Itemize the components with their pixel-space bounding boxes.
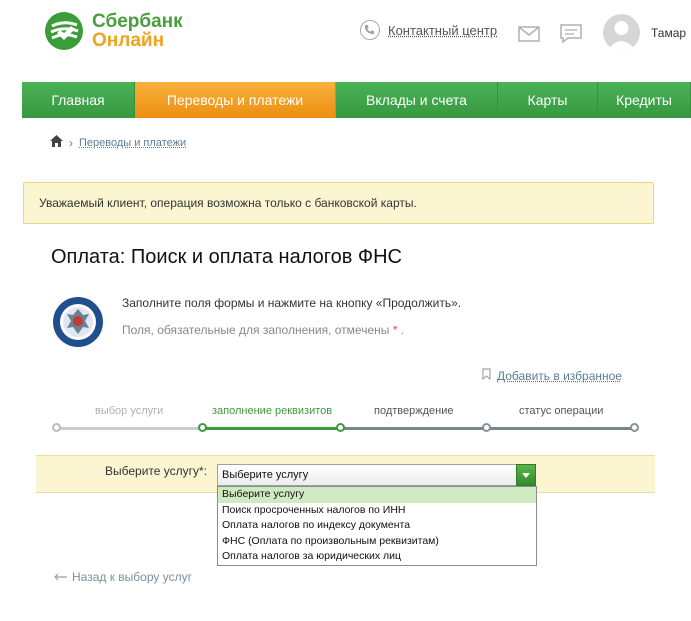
service-option-document-index[interactable]: Оплата налогов по индексу документа [218,518,536,534]
step-label-service: выбор услуги [95,405,164,417]
step-connector-4 [486,427,634,430]
step-label-status: статус операции [519,405,604,417]
step-dot-2 [198,423,207,432]
nav-item-credits[interactable]: Кредиты [598,82,691,118]
avatar[interactable] [603,14,640,51]
brand-name-line2: Онлайн [92,30,165,51]
breadcrumb-link-transfers[interactable]: Переводы и платежи [79,137,186,149]
step-label-confirmation: подтверждение [374,405,454,417]
progress-stepper: выбор услуги заполнение реквизитов подтв… [52,405,639,435]
step-connector-2 [202,427,340,430]
phone-icon [360,20,380,40]
service-select[interactable]: Выберите услугу [217,464,536,486]
service-option-overdue-inn[interactable]: Поиск просроченных налогов по ИНН [218,503,536,519]
service-option-legal-entities[interactable]: Оплата налогов за юридических лиц [218,549,536,565]
brand-name[interactable]: Сбербанк Онлайн [92,12,183,50]
required-fields-note: Поля, обязательные для заполнения, отмеч… [122,323,404,337]
breadcrumb: › Переводы и платежи [50,135,186,150]
brand-name-line1: Сбербанк [92,11,183,32]
service-select-value: Выберите услугу [222,469,309,481]
service-select-label: Выберите услугу*: [105,464,208,478]
user-name[interactable]: Тамар [651,26,691,40]
back-to-services-link[interactable]: Назад к выбору услуг [72,570,192,584]
chevron-down-icon[interactable] [516,464,536,486]
add-to-favorites[interactable]: Добавить в избранное [482,368,622,383]
step-dot-4 [482,423,491,432]
bookmark-icon [482,368,491,383]
step-dot-1 [52,423,61,432]
step-dot-3 [336,423,345,432]
nav-item-transfers-payments[interactable]: Переводы и платежи [135,82,336,118]
step-label-requisites: заполнение реквизитов [212,405,333,417]
required-fields-note-text: Поля, обязательные для заполнения, отмеч… [122,323,390,337]
sberbank-logo-icon[interactable] [44,11,84,51]
service-option-fns-custom[interactable]: ФНС (Оплата по произвольным реквизитам) [218,534,536,550]
nav-item-home[interactable]: Главная [22,82,135,118]
required-mark: * [392,323,398,337]
back-to-services[interactable]: Назад к выбору услуг [54,570,192,584]
page-title: Оплата: Поиск и оплата налогов ФНС [51,246,402,268]
nav-item-cards[interactable]: Карты [498,82,598,118]
arrow-left-icon [54,570,67,584]
chevron-right-icon: › [69,135,73,150]
form-instructions: Заполните поля формы и нажмите на кнопку… [122,296,462,310]
main-nav: Главная Переводы и платежи Вклады и счет… [22,82,691,118]
message-icon[interactable] [560,24,582,49]
step-connector-3 [340,427,486,430]
warning-message: Уважаемый клиент, операция возможна толь… [23,182,654,224]
service-option-choose[interactable]: Выберите услугу [218,487,536,503]
service-dropdown-list: Выберите услугу Поиск просроченных налог… [217,486,537,566]
contact-center[interactable]: Контактный центр [360,20,497,40]
step-dot-5 [630,423,639,432]
contact-center-link[interactable]: Контактный центр [388,23,497,38]
step-connector-1 [56,427,202,430]
home-icon[interactable] [50,135,63,150]
required-fields-note-end: . [400,323,405,337]
nav-item-deposits-accounts[interactable]: Вклады и счета [336,82,498,118]
fns-emblem-icon [52,296,104,348]
add-to-favorites-link[interactable]: Добавить в избранное [497,369,622,383]
mail-icon[interactable] [518,26,540,47]
